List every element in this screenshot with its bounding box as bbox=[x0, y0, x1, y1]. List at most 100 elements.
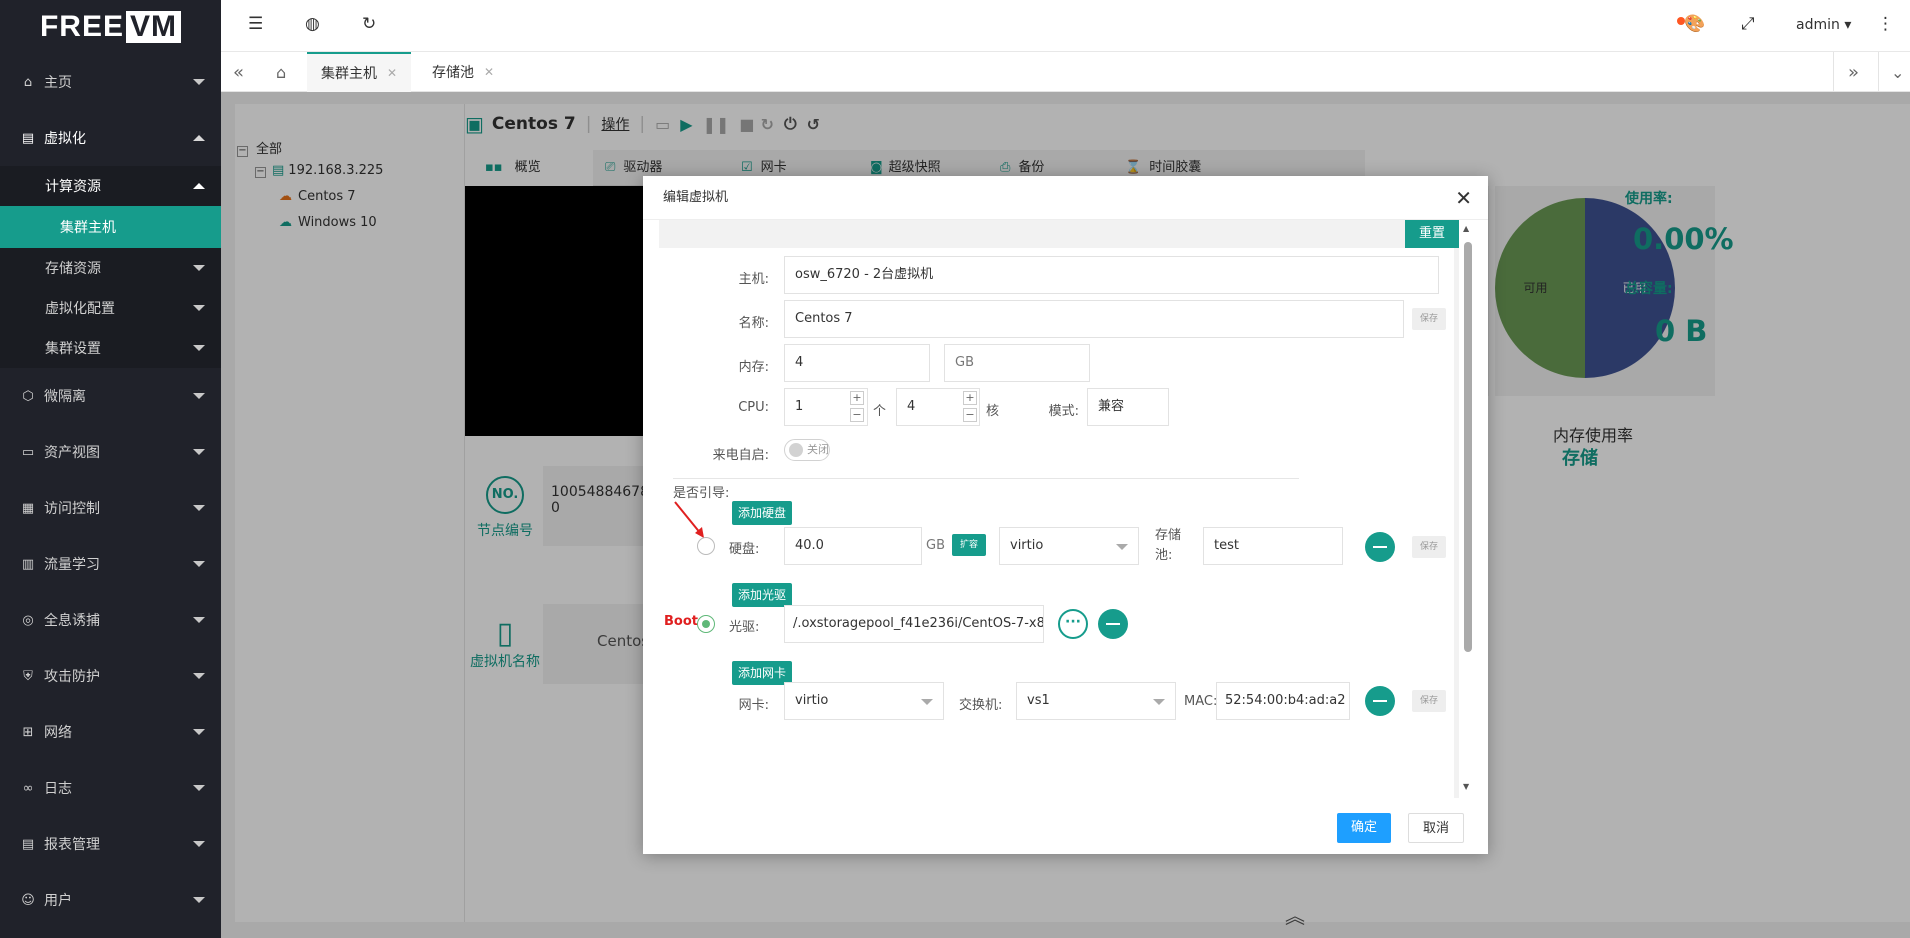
sidebar-item-label: 攻击防护 bbox=[44, 669, 100, 685]
sidebar-item-assets[interactable]: ▭ 资产视图 bbox=[0, 424, 221, 480]
close-icon[interactable]: ✕ bbox=[387, 66, 397, 80]
cpu-decrement-button[interactable]: − bbox=[850, 408, 864, 422]
cores-unit-label: 核 bbox=[986, 404, 1000, 419]
memory-unit-field[interactable]: GB bbox=[944, 344, 1090, 382]
tab-cluster-host[interactable]: 集群主机 ✕ bbox=[307, 52, 412, 92]
sidebar-item-traffic[interactable]: ▥ 流量学习 bbox=[0, 536, 221, 592]
menu-collapse-icon[interactable]: ☰ bbox=[248, 14, 263, 34]
close-icon[interactable]: ✕ bbox=[1455, 186, 1472, 210]
logo-text-vm: VM bbox=[126, 11, 181, 43]
network-icon: ⊞ bbox=[22, 724, 34, 740]
reset-button[interactable]: 重置 bbox=[1404, 220, 1459, 248]
cores-decrement-button[interactable]: − bbox=[963, 408, 977, 422]
chevron-down-icon bbox=[921, 699, 933, 705]
tab-label: 集群主机 bbox=[321, 66, 377, 82]
sidebar-item-attack-defense[interactable]: ⛨ 攻击防护 bbox=[0, 648, 221, 704]
mode-field[interactable]: 兼容 bbox=[1087, 388, 1169, 426]
sidebar-item-virtualization[interactable]: ▤ 虚拟化 bbox=[0, 110, 221, 166]
add-cdrom-button[interactable]: 添加光驱 bbox=[732, 583, 793, 607]
sidebar-item-access-control[interactable]: ▦ 访问控制 bbox=[0, 480, 221, 536]
sidebar-item-reports[interactable]: ▤ 报表管理 bbox=[0, 816, 221, 872]
sidebar-item-cluster-settings[interactable]: 集群设置 bbox=[0, 328, 221, 368]
cpu-increment-button[interactable]: + bbox=[850, 391, 864, 405]
tab-storage-pool[interactable]: 存储池 ✕ bbox=[420, 52, 506, 92]
sidebar-item-cluster-host[interactable]: 集群主机 bbox=[0, 206, 221, 248]
sidebar-item-compute[interactable]: 计算资源 bbox=[0, 166, 221, 206]
close-icon[interactable]: ✕ bbox=[484, 65, 494, 79]
chevron-down-icon bbox=[193, 785, 205, 791]
boot-tag: Boot bbox=[664, 614, 698, 629]
chevron-up-icon bbox=[193, 135, 205, 141]
remove-cdrom-button[interactable] bbox=[1098, 609, 1128, 639]
switch-select[interactable]: vs1 bbox=[1016, 682, 1176, 720]
add-disk-button[interactable]: 添加硬盘 bbox=[732, 501, 793, 525]
dialog-title: 编辑虚拟机 bbox=[643, 176, 1488, 220]
boot-label: 是否引导: bbox=[673, 486, 730, 501]
fullscreen-icon[interactable]: ⤢ bbox=[1741, 14, 1755, 34]
sidebar-item-label: 微隔离 bbox=[44, 389, 86, 405]
sidebar-item-users[interactable]: ☺ 用户 bbox=[0, 872, 221, 928]
sidebar-item-label: 计算资源 bbox=[45, 179, 101, 195]
scroll-down-icon[interactable]: ▼ bbox=[1463, 782, 1469, 791]
sidebar-submenu: 计算资源 集群主机 存储资源 虚拟化配置 集群设置 bbox=[0, 166, 221, 368]
sidebar-item-home[interactable]: ⌂ 主页 bbox=[0, 54, 221, 110]
pool-field[interactable]: test bbox=[1203, 527, 1343, 565]
host-field[interactable]: osw_6720 - 2台虚拟机 bbox=[784, 256, 1439, 294]
memory-label: 内存: bbox=[738, 360, 769, 375]
memory-field[interactable]: 4 bbox=[784, 344, 930, 382]
chevron-down-icon bbox=[193, 673, 205, 679]
sidebar-item-label: 报表管理 bbox=[44, 837, 100, 853]
dialog-body: 重置 主机: osw_6720 - 2台虚拟机 名称: Centos 7 保存 … bbox=[659, 220, 1459, 798]
mode-label: 模式: bbox=[1048, 404, 1079, 419]
disk-boot-radio[interactable] bbox=[697, 537, 715, 555]
autostart-toggle[interactable]: 关闭 bbox=[784, 439, 830, 461]
sidebar-item-honeypot[interactable]: ◎ 全息诱捕 bbox=[0, 592, 221, 648]
name-field[interactable]: Centos 7 bbox=[784, 300, 1404, 338]
home-tab-icon[interactable]: ⌂ bbox=[276, 52, 286, 92]
remove-nic-button[interactable] bbox=[1365, 686, 1395, 716]
confirm-button[interactable]: 确定 bbox=[1337, 813, 1392, 843]
chevron-down-icon bbox=[193, 561, 205, 567]
add-nic-button[interactable]: 添加网卡 bbox=[732, 661, 793, 685]
disk-bus-select[interactable]: virtio bbox=[999, 527, 1139, 565]
chevron-down-icon bbox=[1116, 544, 1128, 550]
pool-label-line1: 存储 bbox=[1155, 528, 1182, 543]
disk-bus-value: virtio bbox=[1010, 538, 1044, 553]
theme-icon[interactable]: 🎨 bbox=[1684, 14, 1705, 34]
sidebar-item-storage[interactable]: 存储资源 bbox=[0, 248, 221, 288]
disk-size-field[interactable]: 40.0 bbox=[784, 527, 922, 565]
cancel-button[interactable]: 取消 bbox=[1408, 813, 1465, 843]
tabs-scroll-right-icon[interactable]: » bbox=[1833, 52, 1859, 92]
cdrom-path-field[interactable]: /.oxstoragepool_f41e236i/CentOS-7-x86 bbox=[784, 605, 1044, 643]
user-menu[interactable]: admin ▾ bbox=[1796, 17, 1851, 33]
cores-increment-button[interactable]: + bbox=[963, 391, 977, 405]
dialog-scrollbar[interactable]: ▲ ▼ bbox=[1461, 220, 1475, 798]
report-icon: ▤ bbox=[21, 836, 35, 852]
mac-field[interactable]: 52:54:00:b4:ad:a2 bbox=[1216, 682, 1350, 720]
scroll-up-icon[interactable]: ▲ bbox=[1463, 224, 1469, 233]
sidebar-item-label: 存储资源 bbox=[45, 261, 101, 277]
remove-disk-button[interactable] bbox=[1365, 532, 1395, 562]
sidebar-item-virt-config[interactable]: 虚拟化配置 bbox=[0, 288, 221, 328]
globe-icon[interactable]: ◍ bbox=[305, 14, 320, 34]
expand-disk-button[interactable]: 扩容 bbox=[952, 534, 987, 556]
sidebar-item-microsegment[interactable]: ⬡ 微隔离 bbox=[0, 368, 221, 424]
chevron-down-icon bbox=[193, 393, 205, 399]
sidebar-item-label: 访问控制 bbox=[44, 501, 100, 517]
sidebar-item-logs[interactable]: ∞ 日志 bbox=[0, 760, 221, 816]
disk-label: 硬盘: bbox=[729, 542, 760, 557]
nic-model-select[interactable]: virtio bbox=[784, 682, 944, 720]
target-icon: ◎ bbox=[22, 612, 34, 628]
scrollbar-thumb[interactable] bbox=[1464, 242, 1472, 652]
cdrom-boot-radio[interactable] bbox=[697, 615, 715, 633]
save-nic-button[interactable]: 保存 bbox=[1412, 690, 1446, 712]
tabs-scroll-left-icon[interactable]: « bbox=[233, 52, 253, 92]
save-disk-button[interactable]: 保存 bbox=[1412, 536, 1446, 558]
sidebar-item-network[interactable]: ⊞ 网络 bbox=[0, 704, 221, 760]
chevron-up-icon bbox=[193, 183, 205, 189]
chevron-down-icon[interactable]: ⌄ bbox=[1878, 52, 1904, 92]
more-vertical-icon[interactable]: ⋮ bbox=[1877, 14, 1894, 34]
refresh-icon[interactable]: ↻ bbox=[362, 14, 376, 34]
save-name-button[interactable]: 保存 bbox=[1412, 308, 1446, 330]
browse-cdrom-button[interactable]: ··· bbox=[1058, 609, 1088, 639]
